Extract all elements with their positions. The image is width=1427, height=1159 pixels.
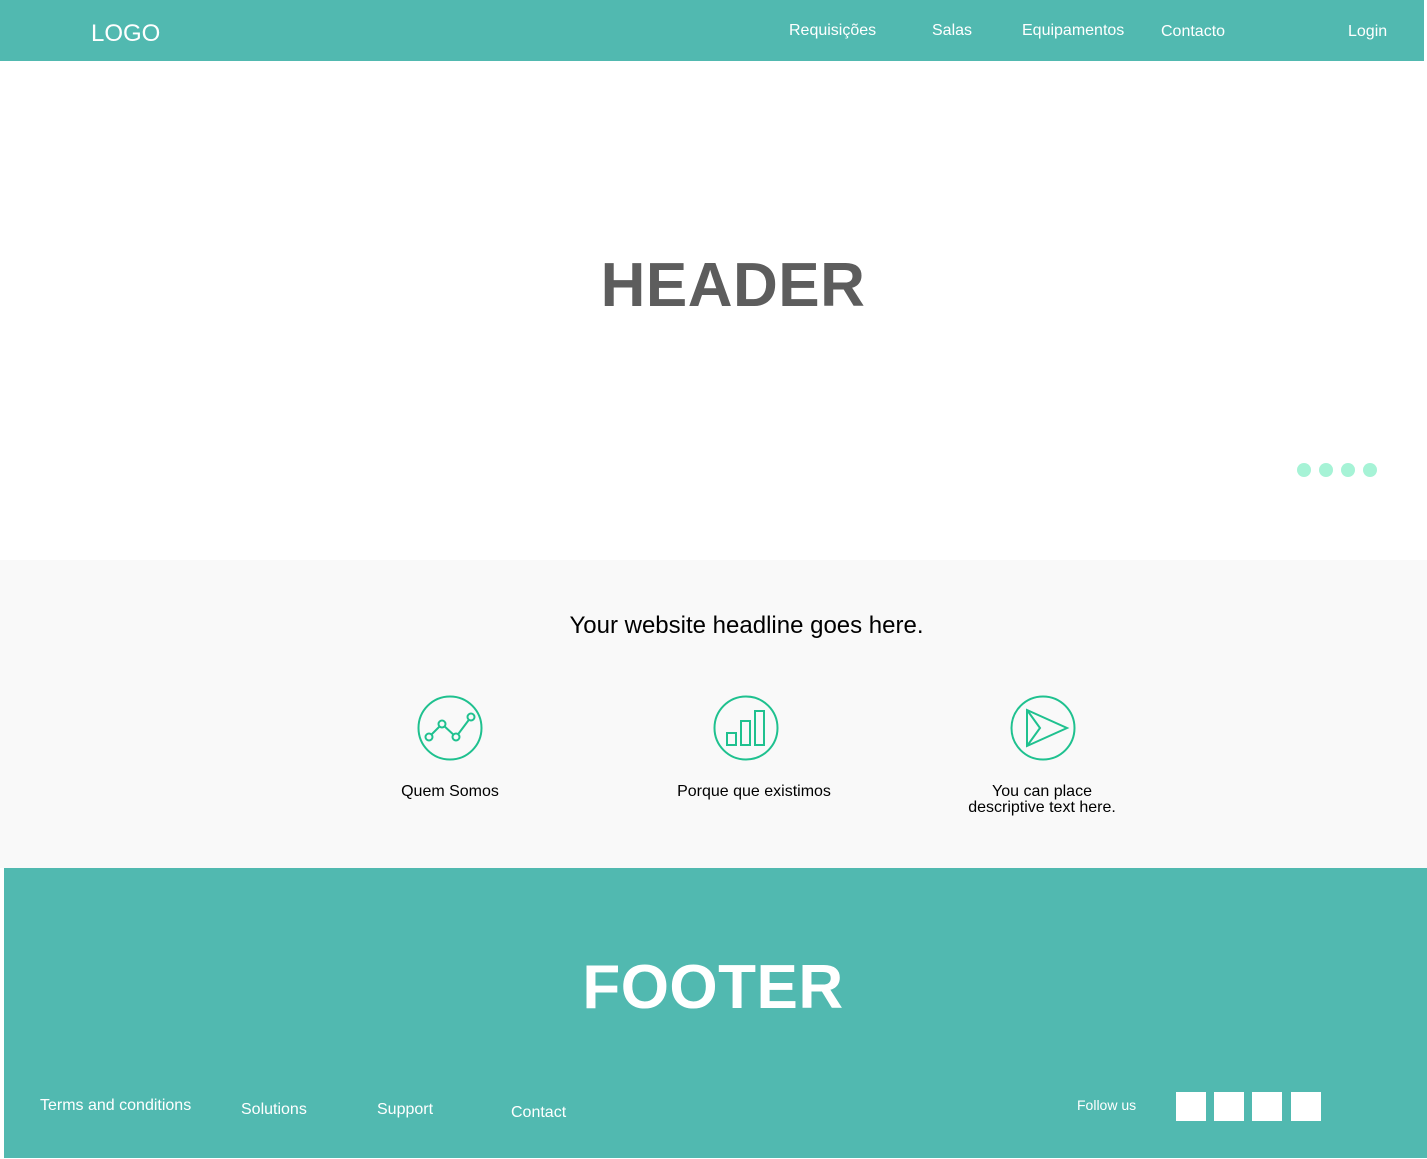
- social-icon-4[interactable]: [1291, 1092, 1321, 1121]
- footer-link-solutions[interactable]: Solutions: [241, 1100, 307, 1120]
- hero-banner: HEADER: [0, 61, 1427, 560]
- nav-link-requisicoes[interactable]: Requisições: [789, 21, 876, 41]
- line-chart-icon: [417, 695, 483, 761]
- feature-label-line-2: descriptive text here.: [968, 799, 1116, 816]
- follow-us-label: Follow us: [1077, 1097, 1137, 1113]
- feature-label-quem-somos: Quem Somos: [401, 783, 499, 800]
- carousel-dots: [1297, 463, 1377, 477]
- footer-title: FOOTER: [582, 953, 844, 1022]
- carousel-dot-3[interactable]: [1341, 463, 1355, 477]
- social-icon-1[interactable]: [1176, 1092, 1206, 1121]
- nav-link-salas[interactable]: Salas: [932, 21, 972, 41]
- logo[interactable]: LOGO: [91, 20, 160, 48]
- carousel-dot-4[interactable]: [1363, 463, 1377, 477]
- nav-link-contacto[interactable]: Contacto: [1161, 22, 1225, 42]
- footer: FOOTER Terms and conditions Solutions Su…: [4, 868, 1427, 1158]
- login-link[interactable]: Login: [1348, 22, 1387, 42]
- social-icon-3[interactable]: [1252, 1092, 1282, 1121]
- features-section: Your website headline goes here. Quem So…: [0, 560, 1427, 868]
- footer-link-contact[interactable]: Contact: [511, 1103, 566, 1123]
- footer-link-support[interactable]: Support: [377, 1100, 433, 1120]
- play-icon: [1010, 695, 1076, 761]
- nav-link-equipamentos[interactable]: Equipamentos: [1022, 21, 1124, 41]
- hero-title: HEADER: [600, 251, 866, 320]
- feature-label-descriptive: You can place descriptive text here.: [942, 784, 1142, 816]
- bar-chart-icon: [713, 695, 779, 761]
- top-navbar: LOGO Requisições Salas Equipamentos Cont…: [0, 0, 1424, 61]
- carousel-dot-1[interactable]: [1297, 463, 1311, 477]
- section-headline: Your website headline goes here.: [569, 612, 924, 639]
- feature-label-porque: Porque que existimos: [677, 783, 831, 800]
- social-icon-2[interactable]: [1214, 1092, 1244, 1121]
- carousel-dot-2[interactable]: [1319, 463, 1333, 477]
- footer-link-terms[interactable]: Terms and conditions: [40, 1096, 191, 1116]
- feature-label-line-1: You can place: [992, 783, 1092, 800]
